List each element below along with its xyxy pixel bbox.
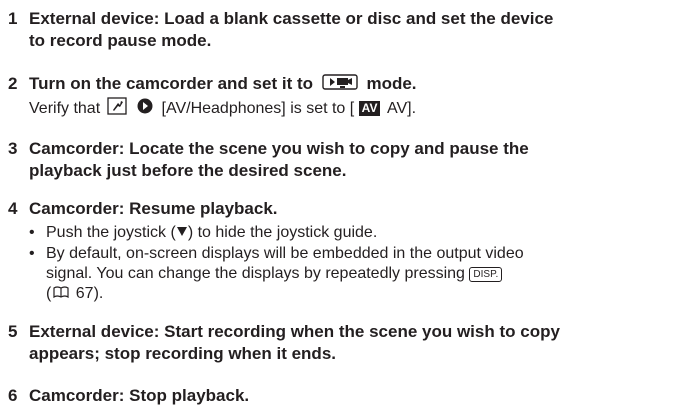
bullet-text: Push the joystick ( ) to hide the joystic… (46, 223, 658, 243)
step-number: 2 (8, 74, 18, 93)
bullet-icon: • (29, 224, 35, 241)
bullet-text-part: Push the joystick ( (46, 224, 176, 242)
step-heading: Camcorder: Locate the scene you wish to … (29, 138, 658, 182)
step-heading-text: Turn on the camcorder and set it to (29, 74, 313, 93)
note-text: Verify that (29, 100, 101, 118)
step-heading-line: External device: Start recording when th… (29, 322, 560, 341)
bullet-text-line: ( 67). (46, 284, 658, 304)
bullet-text-line: By default, on-screen displays will be e… (46, 245, 524, 262)
step-heading-line: appears; stop recording when it ends. (29, 344, 336, 363)
down-triangle-icon (176, 223, 188, 243)
step-heading: Camcorder: Stop playback. (29, 386, 250, 405)
step-number: 4 (8, 199, 18, 218)
bullet-icon: • (29, 245, 35, 262)
step-heading: External device: Start recording when th… (29, 321, 658, 365)
step-heading-text: mode. (366, 74, 417, 93)
paren-open: ( (46, 285, 52, 303)
step-heading: Turn on the camcorder and set it to mode… (29, 73, 658, 96)
bullet-text-part: ) to hide the joystick guide. (187, 224, 378, 242)
bullet-text-line: signal. You can change the displays by r… (46, 264, 658, 284)
step-note: Verify that [AV/Headphones] is set to [ … (29, 97, 416, 121)
step-heading-line: to record pause mode. (29, 31, 212, 50)
book-reference-icon (53, 284, 69, 304)
step-heading-line: Camcorder: Locate the scene you wish to … (29, 139, 529, 158)
menu-setup-icon (106, 97, 127, 121)
av-badge-icon: AV (358, 101, 381, 117)
step-heading-line: playback just before the desired scene. (29, 161, 347, 180)
step-heading-line: External device: Load a blank cassette o… (29, 9, 554, 28)
playback-mode-icon (322, 73, 358, 96)
disp-button-icon: DISP. (469, 267, 503, 282)
bullet-text-part: signal. You can change the displays by r… (46, 265, 465, 282)
step-number: 5 (8, 322, 18, 341)
step-number: 6 (8, 386, 18, 405)
note-text: [AV/Headphones] is set to [ (161, 100, 355, 118)
bullet-text: By default, on-screen displays will be e… (46, 244, 658, 304)
step-heading: Camcorder: Resume playback. (29, 199, 278, 218)
bullet-text-part: 67). (75, 285, 104, 303)
step-heading: External device: Load a blank cassette o… (29, 8, 658, 52)
note-text: AV]. (387, 100, 417, 118)
step-number: 1 (8, 9, 18, 28)
arrow-right-icon (137, 98, 153, 120)
step-number: 3 (8, 139, 18, 158)
